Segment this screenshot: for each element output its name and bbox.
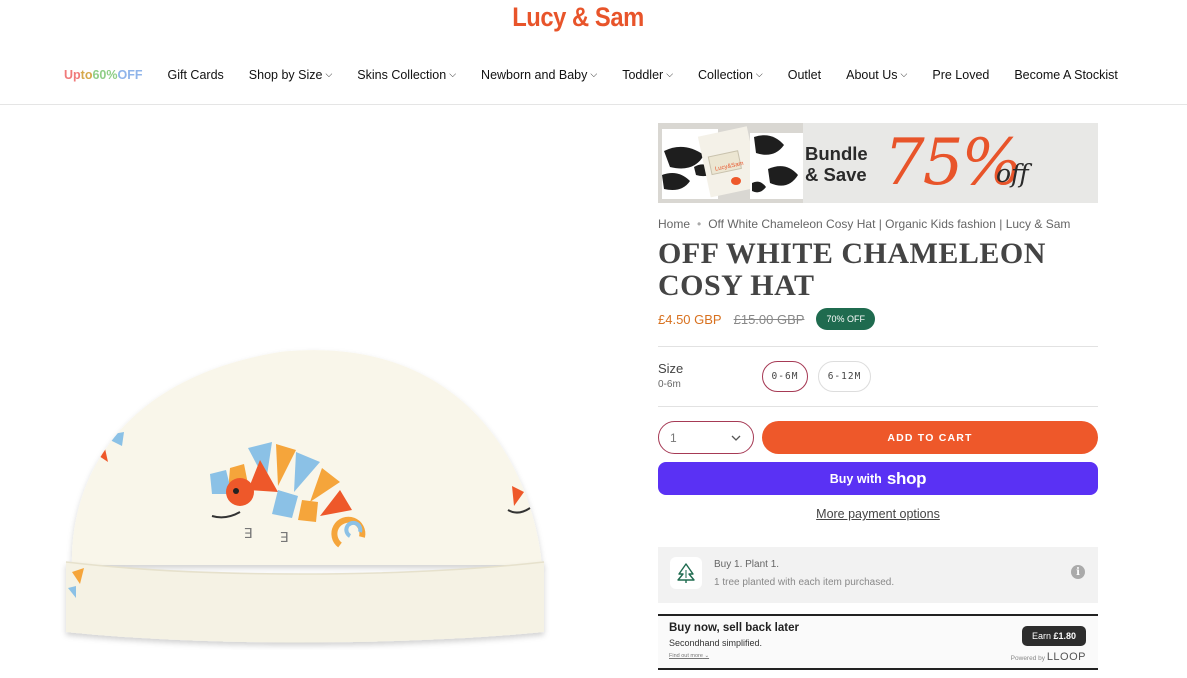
banner-line1: Bundle bbox=[805, 143, 868, 164]
nav-item-label: Shop by Size bbox=[248, 68, 323, 82]
nav-item-skins-collection[interactable]: Skins Collection ⌵ bbox=[357, 68, 456, 82]
size-selected-value: 0-6m bbox=[658, 379, 681, 390]
nav-item-label: Become A Stockist bbox=[1014, 68, 1118, 82]
chevron-down-icon: ⌵ bbox=[666, 68, 674, 79]
product-title-line2: COSY HAT bbox=[658, 269, 815, 302]
main-nav: Up to 60% OFF Gift Cards Shop by Size ⌵ Ski… bbox=[64, 68, 1118, 82]
svg-text:ꓱ: ꓱ bbox=[280, 530, 289, 546]
sale-label-part: Up bbox=[64, 68, 81, 82]
product-title-line1: OFF WHITE CHAMELEON bbox=[658, 237, 1046, 270]
loop-logo: LLOOP bbox=[1046, 651, 1086, 663]
nav-item-label: Newborn and Baby bbox=[481, 68, 588, 82]
loop-title: Buy now, sell back later bbox=[669, 622, 799, 634]
product-image[interactable]: ꓱ ꓱ bbox=[50, 340, 550, 650]
size-label: Size bbox=[658, 361, 684, 376]
nav-item-outlet[interactable]: Outlet bbox=[788, 68, 821, 82]
shop-logo: shop bbox=[886, 468, 927, 488]
breadcrumb-separator: • bbox=[697, 217, 702, 231]
sale-label-part: to bbox=[80, 68, 93, 82]
buy-with-label: Buy with bbox=[829, 471, 882, 486]
loop-subtitle: Secondhand simplified. bbox=[669, 638, 763, 648]
header-divider bbox=[0, 104, 1187, 105]
earn-label: Earn bbox=[1031, 631, 1051, 641]
nav-item-become-a-stockist[interactable]: Become A Stockist bbox=[1014, 68, 1118, 82]
size-option-0-6m[interactable]: 0-6M bbox=[762, 361, 808, 392]
info-icon[interactable]: i bbox=[1071, 565, 1085, 579]
site-logo[interactable]: Lucy & Sam bbox=[69, 2, 1086, 33]
plant-subtitle: 1 tree planted with each item purchased. bbox=[714, 577, 895, 588]
nav-item-label: Pre Loved bbox=[932, 68, 990, 82]
nav-item-label: Skins Collection bbox=[357, 68, 447, 82]
price-row: £4.50 GBP £15.00 GBP 70% OFF bbox=[658, 308, 875, 330]
chevron-down-icon: ⌵ bbox=[325, 68, 333, 79]
powered-by-label: Powered by bbox=[1010, 655, 1045, 662]
nav-item-label: Outlet bbox=[787, 68, 822, 82]
chevron-down-icon: ⌵ bbox=[755, 68, 763, 79]
chevron-down-icon: ⌵ bbox=[900, 68, 908, 79]
divider bbox=[658, 346, 1098, 347]
discount-badge: 70% OFF bbox=[816, 308, 875, 330]
nav-item-shop-by-size[interactable]: Shop by Size ⌵ bbox=[249, 68, 333, 82]
nav-item-pre-loved[interactable]: Pre Loved bbox=[932, 68, 989, 82]
plant-title: Buy 1. Plant 1. bbox=[714, 559, 780, 570]
banner-off: off bbox=[996, 159, 1029, 188]
tree-icon bbox=[670, 557, 702, 589]
quantity-select[interactable]: 1 bbox=[658, 421, 754, 454]
more-payment-options-link[interactable]: More payment options bbox=[658, 507, 1098, 521]
breadcrumb: Home • Off White Chameleon Cosy Hat | Orga… bbox=[658, 217, 1070, 231]
nav-item-gift-cards[interactable]: Gift Cards bbox=[168, 68, 224, 82]
sale-label-part: OFF bbox=[117, 68, 143, 82]
bundle-save-banner[interactable]: Lucy&Sam Bundle & Save 75% off bbox=[658, 123, 1098, 203]
nav-item-label: Gift Cards bbox=[167, 68, 224, 82]
nav-item-sale[interactable]: Up to 60% OFF bbox=[64, 68, 143, 82]
divider bbox=[658, 406, 1098, 407]
nav-item-toddler[interactable]: Toddler ⌵ bbox=[622, 68, 673, 82]
banner-clothing-image: Lucy&Sam bbox=[658, 123, 803, 203]
compare-price: £15.00 GBP bbox=[733, 311, 805, 327]
nav-item-about-us[interactable]: About Us ⌵ bbox=[846, 68, 907, 82]
quantity-value: 1 bbox=[670, 430, 677, 445]
powered-by: Powered by LLOOP bbox=[1011, 651, 1086, 663]
breadcrumb-home[interactable]: Home bbox=[658, 217, 690, 231]
chevron-down-icon: ⌵ bbox=[590, 68, 598, 79]
loop-find-out-link[interactable]: Find out more ⌄ bbox=[669, 653, 709, 659]
nav-item-label: About Us bbox=[846, 68, 898, 82]
chevron-down-icon: ⌵ bbox=[449, 68, 457, 79]
nav-item-label: Collection bbox=[698, 68, 753, 82]
nav-item-newborn-and-baby[interactable]: Newborn and Baby ⌵ bbox=[481, 68, 597, 82]
add-to-cart-button[interactable]: ADD TO CART bbox=[762, 421, 1098, 454]
find-out-label: Find out more bbox=[669, 653, 703, 659]
banner-line2: & Save bbox=[805, 164, 867, 185]
plant-tree-panel: Buy 1. Plant 1. 1 tree planted with each… bbox=[658, 547, 1098, 603]
sale-label-part: 60% bbox=[92, 68, 118, 82]
loop-resale-panel: Buy now, sell back later Secondhand simp… bbox=[658, 614, 1098, 670]
earn-amount: £1.80 bbox=[1053, 631, 1076, 641]
svg-text:ꓱ: ꓱ bbox=[244, 526, 253, 542]
chevron-down-icon: ⌄ bbox=[704, 653, 710, 659]
buy-with-shop-button[interactable]: Buy with shop bbox=[658, 462, 1098, 495]
chevron-down-icon bbox=[731, 435, 741, 441]
nav-item-label: Toddler bbox=[622, 68, 664, 82]
nav-item-collection[interactable]: Collection ⌵ bbox=[698, 68, 763, 82]
sale-price: £4.50 GBP bbox=[658, 311, 722, 327]
earn-badge: Earn £1.80 bbox=[1021, 626, 1086, 646]
size-option-6-12m[interactable]: 6-12M bbox=[818, 361, 871, 392]
product-title: OFF WHITE CHAMELEON COSY HAT bbox=[658, 238, 1058, 302]
banner-text: Bundle & Save bbox=[805, 143, 868, 185]
breadcrumb-current: Off White Chameleon Cosy Hat | Organic K… bbox=[708, 217, 1071, 231]
